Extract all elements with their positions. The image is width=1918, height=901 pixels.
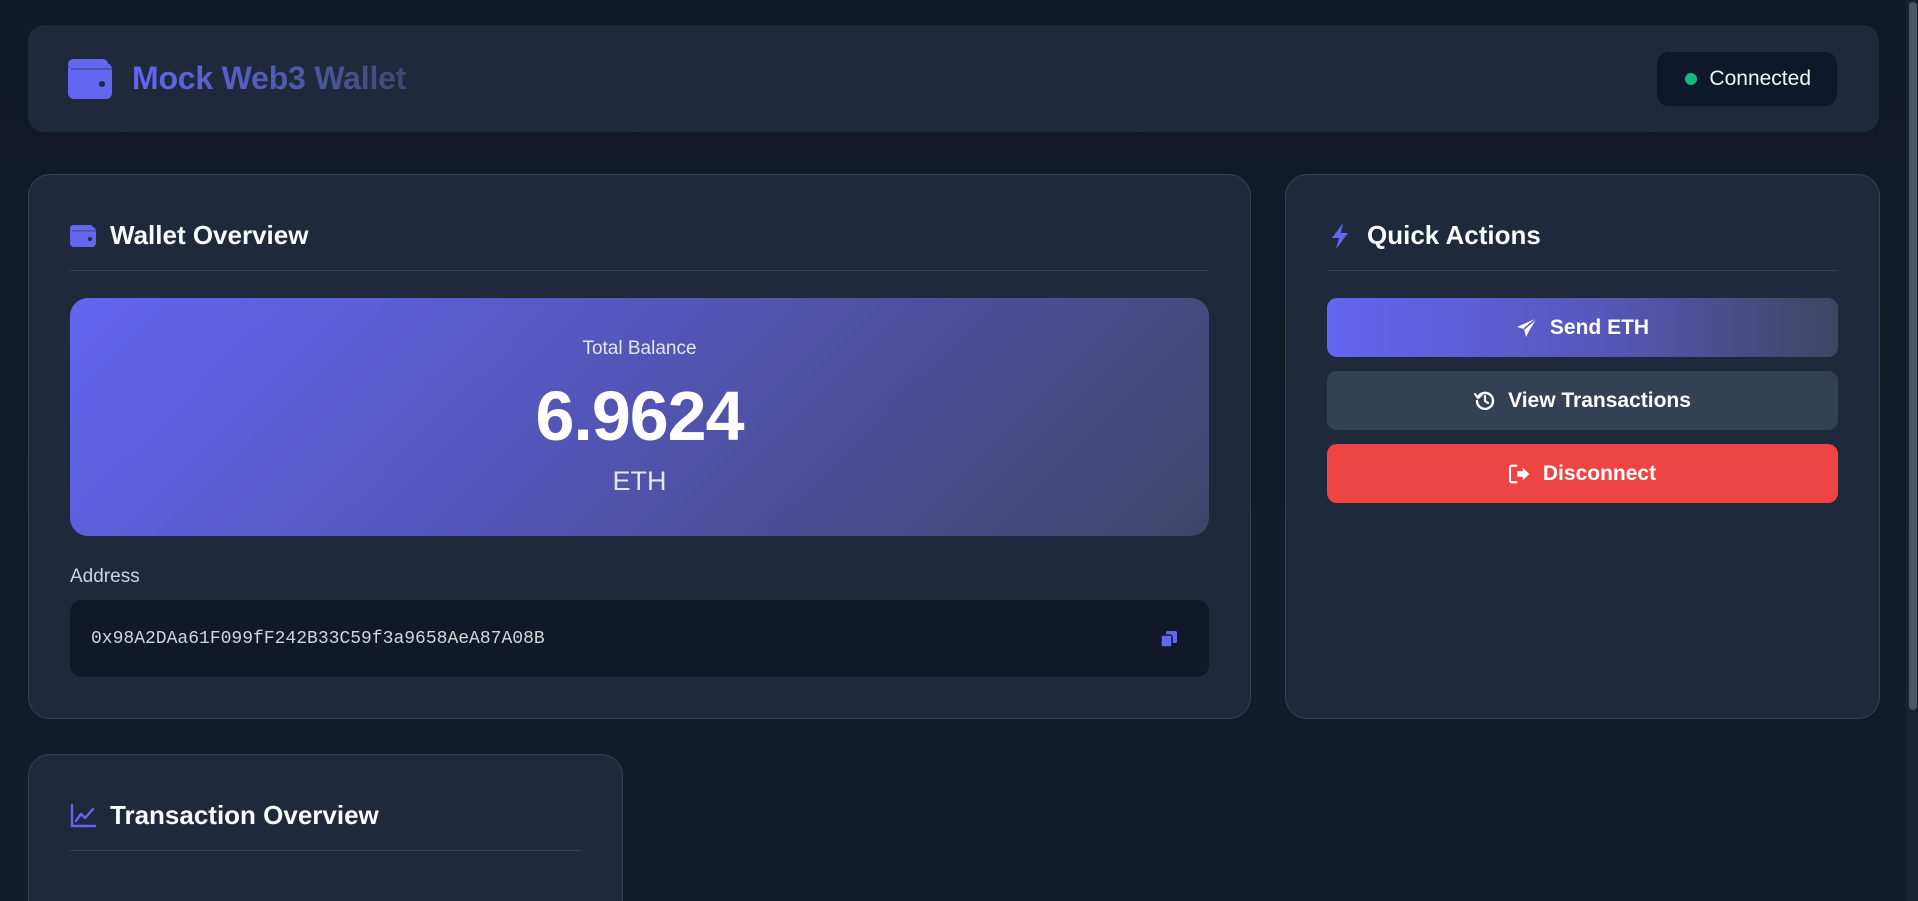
page: Mock Web3 Wallet Connected Wallet Overvi… [0,0,1906,901]
history-icon [1474,390,1496,412]
disconnect-button[interactable]: Disconnect [1327,444,1838,503]
bolt-icon [1327,222,1353,249]
disconnect-label: Disconnect [1542,461,1657,485]
chart-line-icon [70,803,96,829]
paper-plane-icon [1516,316,1538,339]
connection-status-badge: Connected [1657,51,1837,106]
wallet-icon [68,58,112,99]
balance-unit: ETH [612,466,667,496]
quick-actions-card: Quick Actions Send ETH View Transactions [1285,174,1880,719]
wallet-icon [70,223,96,249]
transaction-overview-card: Transaction Overview [28,754,623,901]
brand: Mock Web3 Wallet [68,58,407,99]
page-scrollbar[interactable] [1906,0,1918,901]
address-field: 0x98A2DAa61F099fF242B33C59f3a9658AeA87A0… [70,600,1209,677]
scrollbar-thumb[interactable] [1909,2,1917,710]
transaction-overview-title: Transaction Overview [110,800,379,830]
sign-out-icon [1508,463,1531,485]
copy-address-button[interactable] [1157,627,1181,651]
view-transactions-label: View Transactions [1508,388,1691,412]
wallet-overview-card: Wallet Overview Total Balance 6.9624 ETH… [28,174,1251,719]
app-header: Mock Web3 Wallet Connected [28,25,1879,132]
balance-panel: Total Balance 6.9624 ETH [70,298,1209,536]
send-eth-button[interactable]: Send ETH [1327,298,1838,357]
wallet-overview-header: Wallet Overview [70,215,1209,271]
transaction-overview-header: Transaction Overview [70,795,581,851]
balance-label: Total Balance [582,338,697,359]
send-eth-label: Send ETH [1549,315,1650,339]
connection-status-label: Connected [1709,66,1811,90]
app-title: Mock Web3 Wallet [132,60,407,96]
balance-value: 6.9624 [535,377,744,455]
address-label: Address [70,566,140,587]
quick-actions-header: Quick Actions [1327,215,1838,271]
wallet-address: 0x98A2DAa61F099fF242B33C59f3a9658AeA87A0… [91,628,545,649]
wallet-overview-title: Wallet Overview [110,220,309,250]
status-dot-icon [1685,72,1698,85]
quick-actions-title: Quick Actions [1367,220,1541,250]
copy-icon [1160,630,1177,648]
view-transactions-button[interactable]: View Transactions [1327,371,1838,430]
